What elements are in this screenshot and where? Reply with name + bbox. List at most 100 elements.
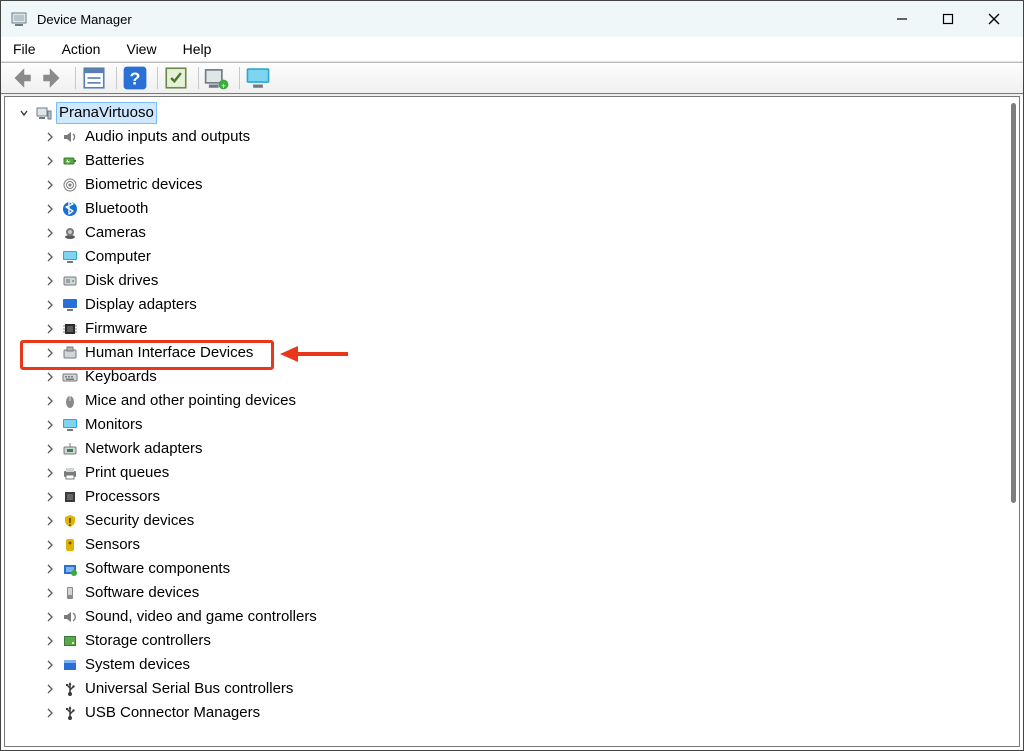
tree-item[interactable]: Disk drives — [5, 269, 1019, 293]
toolbar-separator — [75, 67, 76, 89]
storage-icon — [61, 632, 79, 650]
tree-item[interactable]: USB Connector Managers — [5, 701, 1019, 725]
toolbar-separator — [239, 67, 240, 89]
menu-action[interactable]: Action — [58, 39, 105, 59]
chevron-right-icon[interactable] — [41, 680, 59, 698]
tree-item-label: Network adapters — [85, 437, 203, 461]
tree-item[interactable]: Processors — [5, 485, 1019, 509]
tree-item-label: Batteries — [85, 149, 144, 173]
tree-item-label: Sensors — [85, 533, 140, 557]
disk-icon — [61, 272, 79, 290]
tree-item[interactable]: Biometric devices — [5, 173, 1019, 197]
toolbar-properties-button[interactable] — [80, 64, 108, 92]
minimize-button[interactable] — [879, 1, 925, 37]
menu-file[interactable]: File — [9, 39, 40, 59]
tree-item[interactable]: Human Interface Devices — [5, 341, 1019, 365]
tree-item[interactable]: Software components — [5, 557, 1019, 581]
chevron-right-icon[interactable] — [41, 200, 59, 218]
chevron-right-icon[interactable] — [41, 512, 59, 530]
chevron-right-icon[interactable] — [41, 272, 59, 290]
cpu-icon — [61, 488, 79, 506]
toolbar-help-button[interactable]: ? — [121, 64, 149, 92]
tree-item-label: Biometric devices — [85, 173, 203, 197]
close-button[interactable] — [971, 1, 1017, 37]
chevron-right-icon[interactable] — [41, 248, 59, 266]
toolbar-update-button[interactable] — [162, 64, 190, 92]
toolbar-monitor-button[interactable] — [244, 64, 272, 92]
chevron-right-icon[interactable] — [41, 152, 59, 170]
device-tree[interactable]: PranaVirtuosoAudio inputs and outputsBat… — [5, 97, 1019, 746]
computer-icon — [35, 104, 53, 122]
chevron-right-icon[interactable] — [41, 440, 59, 458]
chevron-right-icon[interactable] — [41, 632, 59, 650]
tree-item-label: Security devices — [85, 509, 194, 533]
chevron-right-icon[interactable] — [41, 176, 59, 194]
tree-item[interactable]: Keyboards — [5, 365, 1019, 389]
chevron-right-icon[interactable] — [41, 704, 59, 722]
tree-item[interactable]: Software devices — [5, 581, 1019, 605]
camera-icon — [61, 224, 79, 242]
keyboard-icon — [61, 368, 79, 386]
chevron-right-icon[interactable] — [41, 368, 59, 386]
tree-item[interactable]: Universal Serial Bus controllers — [5, 677, 1019, 701]
tree-item[interactable]: Computer — [5, 245, 1019, 269]
tree-item[interactable]: Sensors — [5, 533, 1019, 557]
menu-view[interactable]: View — [122, 39, 160, 59]
tree-item[interactable]: Batteries — [5, 149, 1019, 173]
tree-item-label: Human Interface Devices — [85, 341, 253, 365]
app-icon — [11, 11, 27, 27]
chevron-right-icon[interactable] — [41, 464, 59, 482]
tree-item[interactable]: Firmware — [5, 317, 1019, 341]
tree-item[interactable]: Storage controllers — [5, 629, 1019, 653]
system-icon — [61, 656, 79, 674]
chevron-right-icon[interactable] — [41, 608, 59, 626]
svg-text:+: + — [221, 82, 226, 91]
chevron-right-icon[interactable] — [41, 320, 59, 338]
toolbar-forward-button[interactable] — [39, 64, 67, 92]
tree-item[interactable]: Bluetooth — [5, 197, 1019, 221]
tree-item[interactable]: Monitors — [5, 413, 1019, 437]
chevron-right-icon[interactable] — [41, 560, 59, 578]
tree-item[interactable]: Mice and other pointing devices — [5, 389, 1019, 413]
hid-icon — [61, 344, 79, 362]
tree-item-label: Software devices — [85, 581, 199, 605]
toolbar-separator — [116, 67, 117, 89]
tree-item[interactable]: Cameras — [5, 221, 1019, 245]
tree-item[interactable]: Sound, video and game controllers — [5, 605, 1019, 629]
tree-item[interactable]: Print queues — [5, 461, 1019, 485]
tree-item-label: Disk drives — [85, 269, 158, 293]
chevron-right-icon[interactable] — [41, 584, 59, 602]
chevron-down-icon[interactable] — [15, 104, 33, 122]
chevron-right-icon[interactable] — [41, 296, 59, 314]
root-label: PranaVirtuoso — [56, 102, 157, 124]
tree-item[interactable]: Security devices — [5, 509, 1019, 533]
chevron-right-icon[interactable] — [41, 416, 59, 434]
toolbar-scan-button[interactable]: + — [203, 64, 231, 92]
tree-item-label: Storage controllers — [85, 629, 211, 653]
chevron-right-icon[interactable] — [41, 224, 59, 242]
chevron-right-icon[interactable] — [41, 392, 59, 410]
chevron-right-icon[interactable] — [41, 128, 59, 146]
chip-icon — [61, 320, 79, 338]
device-tree-pane: PranaVirtuosoAudio inputs and outputsBat… — [4, 96, 1020, 747]
tree-item[interactable]: Display adapters — [5, 293, 1019, 317]
tree-item-label: System devices — [85, 653, 190, 677]
tree-item[interactable]: Network adapters — [5, 437, 1019, 461]
toolbar-back-button[interactable] — [7, 64, 35, 92]
tree-item[interactable]: Audio inputs and outputs — [5, 125, 1019, 149]
tree-item-label: Display adapters — [85, 293, 197, 317]
scrollbar-thumb[interactable] — [1011, 103, 1016, 503]
tree-item[interactable]: System devices — [5, 653, 1019, 677]
titlebar: Device Manager — [1, 1, 1023, 37]
menu-help[interactable]: Help — [179, 39, 216, 59]
tree-root[interactable]: PranaVirtuoso — [5, 101, 1019, 125]
chevron-right-icon[interactable] — [41, 488, 59, 506]
usb-icon — [61, 680, 79, 698]
display-icon — [61, 296, 79, 314]
maximize-button[interactable] — [925, 1, 971, 37]
chevron-right-icon[interactable] — [41, 656, 59, 674]
chevron-right-icon[interactable] — [41, 344, 59, 362]
tree-item-label: Software components — [85, 557, 230, 581]
chevron-right-icon[interactable] — [41, 536, 59, 554]
sound-icon — [61, 608, 79, 626]
